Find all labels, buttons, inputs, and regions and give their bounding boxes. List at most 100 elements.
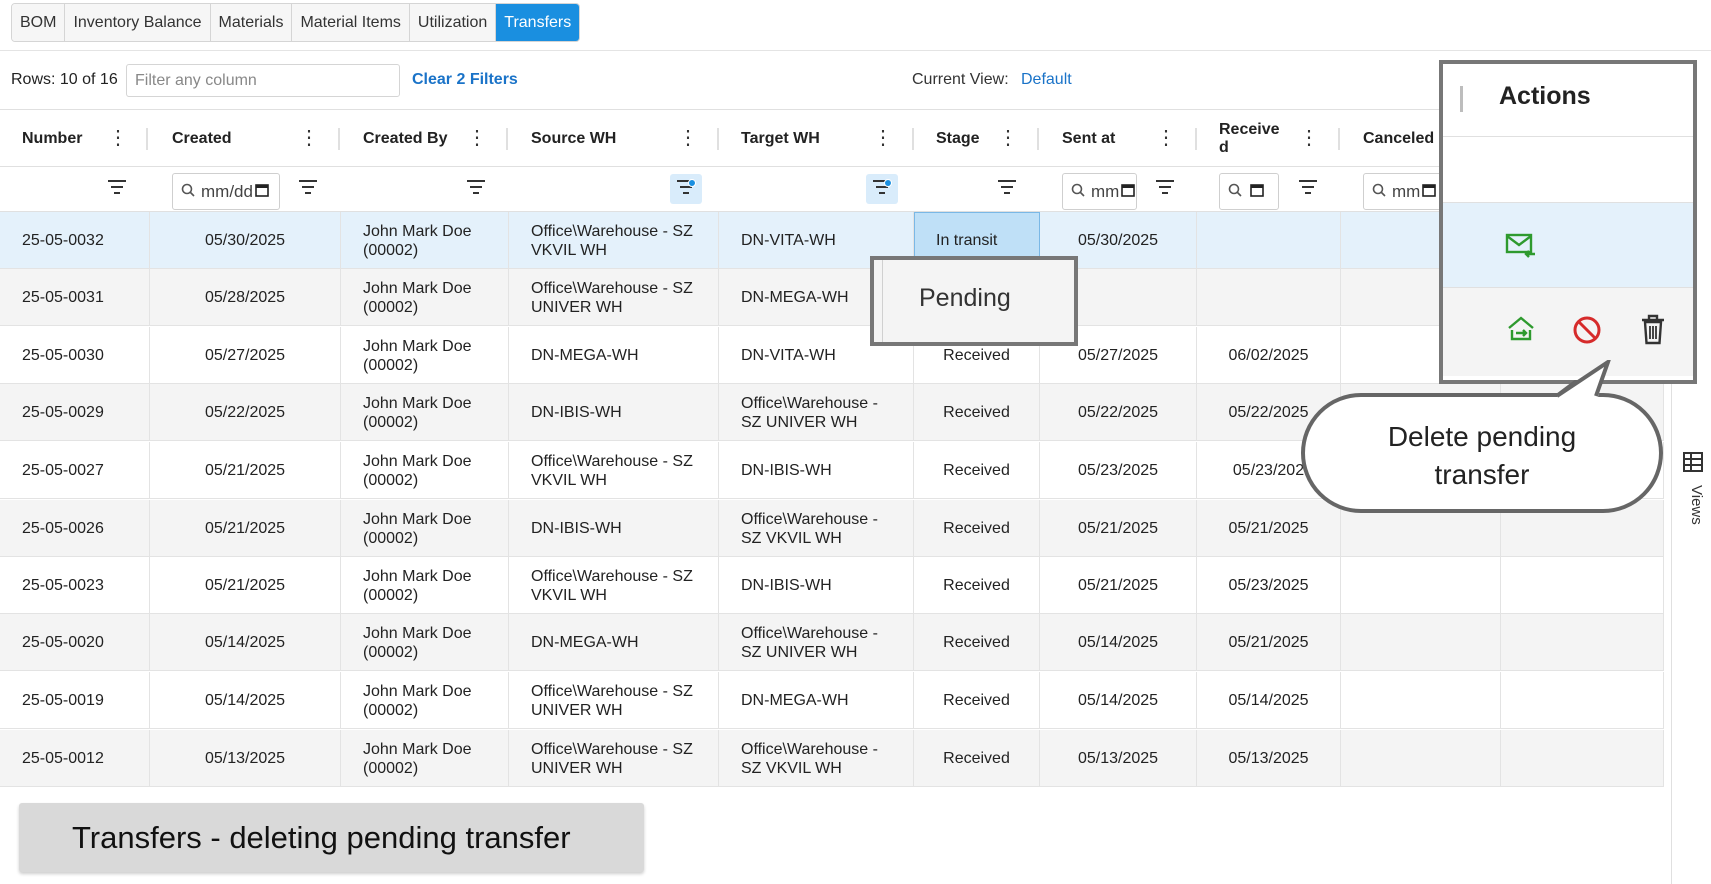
column-menu-icon[interactable]: ⋮ (299, 128, 319, 150)
cell-created-by: John Mark Doe (00002) (341, 212, 509, 269)
column-filter-button[interactable] (460, 174, 492, 204)
cell-created-by: John Mark Doe (00002) (341, 384, 509, 441)
column-resize-handle[interactable] (1460, 86, 1463, 112)
callout-pointer (1555, 360, 1611, 398)
cell-created-by: John Mark Doe (00002) (341, 614, 509, 671)
cell-created: 05/13/2025 (150, 730, 341, 787)
sent-date-value: mm (1091, 181, 1120, 201)
views-side-tab[interactable]: Views (1679, 485, 1705, 545)
table-row[interactable]: 25-05-0031 05/28/2025 John Mark Doe (00002… (0, 269, 1664, 326)
cell-number: 25-05-0012 (0, 730, 150, 787)
cell-actions (1501, 557, 1664, 614)
cell-canceled (1341, 730, 1501, 787)
active-filter-indicator (688, 179, 696, 187)
calendar-icon[interactable] (1250, 182, 1264, 202)
cell-canceled (1341, 614, 1501, 671)
filter-any-column-input[interactable] (126, 64, 400, 97)
target-wh-filter-button-active[interactable] (866, 174, 898, 204)
actions-row (1443, 203, 1693, 288)
column-menu-icon[interactable]: ⋮ (1156, 128, 1176, 150)
cell-stage: Received (914, 730, 1040, 787)
tab-inventory-balance[interactable]: Inventory Balance (65, 4, 211, 41)
send-transfer-icon[interactable] (1505, 314, 1537, 346)
sent-date-filter[interactable]: mm (1062, 173, 1137, 210)
column-filter-button[interactable] (1149, 174, 1181, 204)
cell-actions (1501, 614, 1664, 671)
column-menu-icon[interactable]: ⋮ (467, 128, 487, 150)
callout-line-2: transfer (1434, 459, 1530, 490)
cell-created: 05/22/2025 (150, 384, 341, 441)
column-filter-button[interactable] (101, 174, 133, 204)
column-menu-icon[interactable]: ⋮ (873, 128, 893, 150)
cell-stage: Received (914, 442, 1040, 499)
cell-created: 05/21/2025 (150, 442, 341, 499)
col-header-stage[interactable]: Stage (914, 110, 1039, 168)
column-resize-handle[interactable] (506, 128, 508, 150)
column-menu-icon[interactable]: ⋮ (1299, 128, 1319, 150)
cell-source-wh: Office\Warehouse - SZ UNIVER WH (509, 672, 719, 729)
column-filter-button[interactable] (1292, 174, 1324, 204)
column-menu-icon[interactable]: ⋮ (108, 128, 128, 150)
cell-number: 25-05-0029 (0, 384, 150, 441)
cell-target-wh: Office\Warehouse - SZ VKVIL WH (719, 500, 914, 557)
cell-source-wh: DN-IBIS-WH (509, 500, 719, 557)
table-row[interactable]: 25-05-0020 05/14/2025 John Mark Doe (00002… (0, 614, 1664, 671)
column-filter-button[interactable] (991, 174, 1023, 204)
cell-source-wh: DN-MEGA-WH (509, 614, 719, 671)
calendar-icon[interactable] (1422, 182, 1437, 202)
column-resize-handle[interactable] (1338, 128, 1340, 150)
table-row[interactable]: 25-05-0012 05/13/2025 John Mark Doe (00002… (0, 730, 1664, 787)
source-wh-filter-button-active[interactable] (670, 174, 702, 204)
search-icon (181, 182, 195, 202)
column-menu-icon[interactable]: ⋮ (998, 128, 1018, 150)
filter-icon (1299, 179, 1317, 199)
column-resize-handle[interactable] (338, 128, 340, 150)
created-date-filter[interactable]: mm/dd (172, 173, 280, 210)
current-view-link[interactable]: Default (1021, 71, 1072, 89)
tab-bom[interactable]: BOM (12, 4, 66, 41)
tab-utilization[interactable]: Utilization (409, 4, 497, 41)
cell-number: 25-05-0030 (0, 327, 150, 384)
callout-text: Delete pending transfer (1301, 418, 1663, 494)
module-tabs: BOM Inventory Balance Materials Material It… (11, 3, 581, 42)
tab-transfers[interactable]: Transfers (496, 4, 580, 41)
column-resize-handle[interactable] (1037, 128, 1039, 150)
cell-target-wh: DN-IBIS-WH (719, 557, 914, 614)
table-row[interactable]: 25-05-0030 05/27/2025 John Mark Doe (00002… (0, 327, 1664, 384)
receive-mail-icon[interactable] (1505, 229, 1537, 261)
tab-materials[interactable]: Materials (210, 4, 293, 41)
filter-icon (998, 179, 1016, 199)
cell-target-wh: Office\Warehouse - SZ UNIVER WH (719, 384, 914, 441)
search-icon (1228, 182, 1242, 202)
received-date-filter[interactable] (1219, 173, 1279, 210)
cancel-icon[interactable] (1571, 314, 1603, 346)
calendar-icon[interactable] (1121, 182, 1136, 202)
popup-divider (882, 260, 883, 342)
cell-sent-at: 05/14/2025 (1040, 614, 1197, 671)
canceled-date-filter[interactable]: mm (1363, 173, 1443, 210)
created-date-value: mm/dd (201, 181, 253, 201)
actions-header: Actions (1443, 64, 1693, 137)
column-menu-icon[interactable]: ⋮ (678, 128, 698, 150)
cell-target-wh: Office\Warehouse - SZ UNIVER WH (719, 614, 914, 671)
cell-stage: Received (914, 500, 1040, 557)
cell-created: 05/28/2025 (150, 269, 341, 326)
search-icon (1071, 182, 1085, 202)
cell-target-wh: DN-IBIS-WH (719, 442, 914, 499)
table-icon[interactable] (1683, 452, 1703, 477)
trash-icon[interactable] (1637, 312, 1669, 345)
clear-filters-link[interactable]: Clear 2 Filters (412, 71, 518, 89)
cell-number: 25-05-0023 (0, 557, 150, 614)
active-filter-indicator (884, 179, 892, 187)
table-row[interactable]: 25-05-0032 05/30/2025 John Mark Doe (00002… (0, 212, 1664, 269)
tab-material-items[interactable]: Material Items (292, 4, 410, 41)
cell-received: 06/02/2025 (1197, 327, 1341, 384)
column-filter-button[interactable] (292, 174, 324, 204)
cell-sent-at: 05/22/2025 (1040, 384, 1197, 441)
table-row[interactable]: 25-05-0019 05/14/2025 John Mark Doe (00002… (0, 672, 1664, 729)
table-row[interactable]: 25-05-0023 05/21/2025 John Mark Doe (00002… (0, 557, 1664, 614)
grid-filter-row: mm/dd mm mm (0, 167, 1664, 212)
calendar-icon[interactable] (255, 182, 269, 202)
column-resize-handle[interactable] (146, 128, 148, 150)
cell-target-wh: DN-MEGA-WH (719, 672, 914, 729)
